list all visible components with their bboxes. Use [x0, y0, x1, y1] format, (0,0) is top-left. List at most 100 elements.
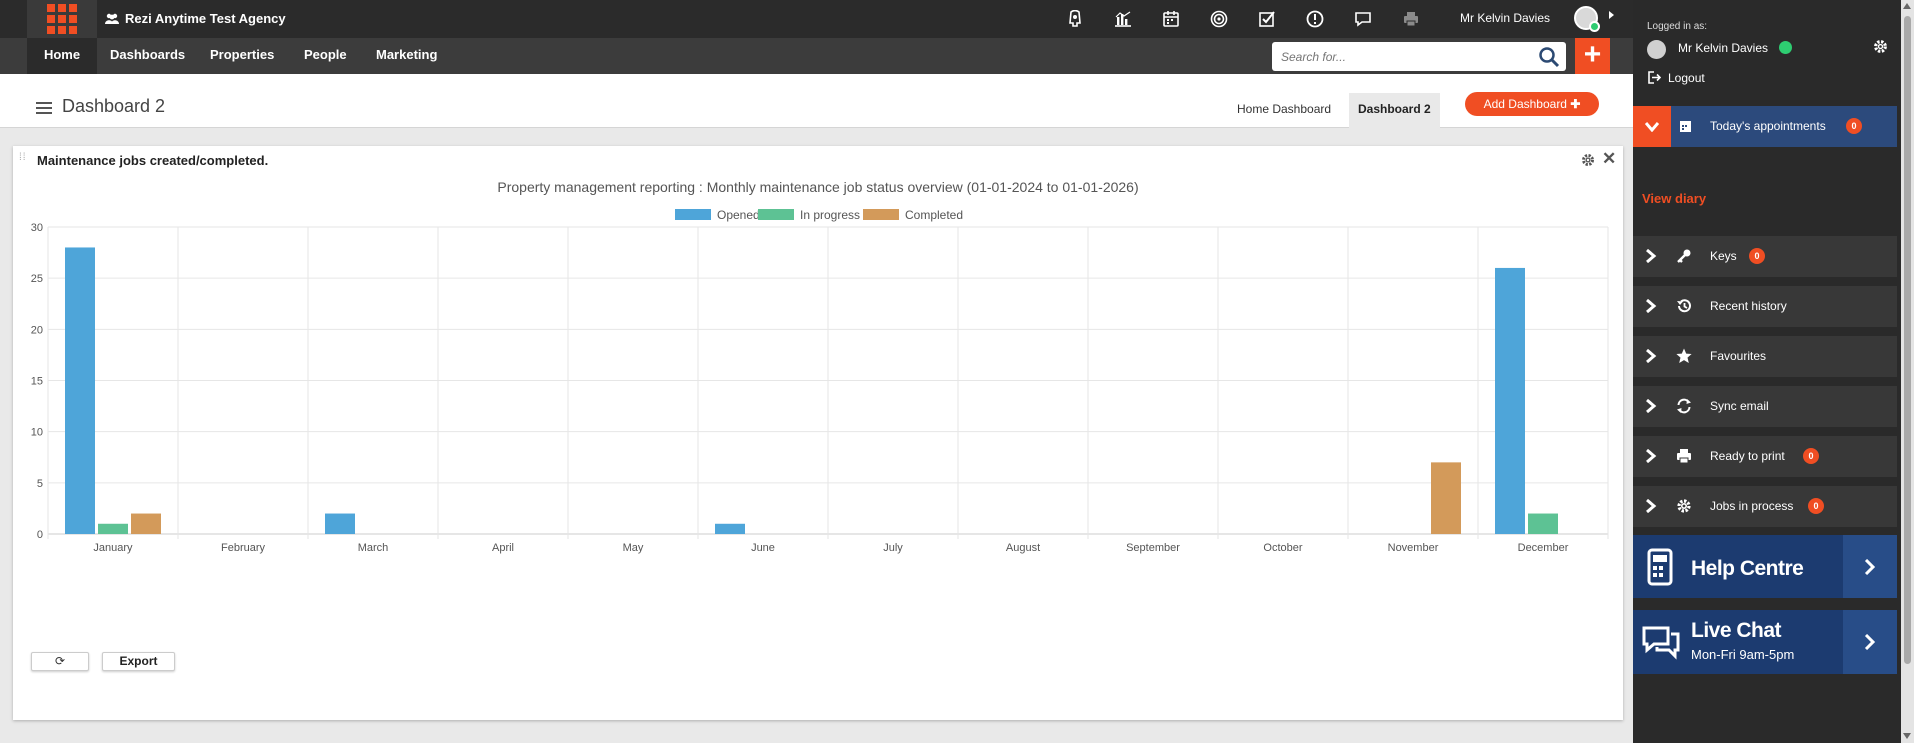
bar-opened [65, 247, 95, 534]
appointments-count-badge: 0 [1846, 118, 1862, 134]
nav-marketing[interactable]: Marketing [376, 38, 437, 74]
online-status-icon [1589, 21, 1600, 32]
panel-item-recent-history[interactable]: Recent history [1633, 286, 1897, 327]
comment-icon[interactable] [1351, 8, 1374, 30]
hamburger-menu-icon[interactable] [36, 102, 52, 114]
bar-in-progress [98, 523, 128, 534]
y-tick-label: 5 [37, 478, 43, 490]
user-name[interactable]: Mr Kelvin Davies [1460, 11, 1550, 25]
view-diary-link[interactable]: View diary [1642, 191, 1706, 206]
drag-handle-icon[interactable]: ⁞⁞ [19, 153, 27, 165]
chevron-right-icon [1646, 449, 1657, 463]
scrollbar-thumb[interactable] [1904, 16, 1911, 664]
logout-icon[interactable] [1648, 71, 1661, 84]
legend-label: In progress [800, 208, 860, 222]
search-icon[interactable] [1538, 46, 1560, 68]
live-chat-label: Live Chat [1691, 619, 1782, 642]
avatar[interactable] [1574, 6, 1600, 32]
scroll-down-arrow-icon[interactable] [1903, 733, 1911, 739]
bar-chart: Property management reporting : Monthly … [31, 179, 1609, 554]
keys-count-badge: 0 [1749, 248, 1765, 264]
spaceship-icon[interactable] [1063, 8, 1086, 30]
x-tick-label: August [1006, 542, 1040, 554]
x-tick-label: March [358, 542, 389, 554]
y-tick-label: 0 [37, 529, 43, 541]
panel-item-label: Sync email [1710, 399, 1769, 413]
x-tick-label: September [1126, 542, 1180, 554]
logout-link[interactable]: Logout [1668, 71, 1705, 85]
x-tick-label: July [883, 542, 903, 554]
vertical-scrollbar[interactable] [1901, 0, 1914, 743]
panel-item-label: Favourites [1710, 349, 1767, 363]
checkbox-icon[interactable] [1255, 8, 1278, 30]
close-icon[interactable]: ✕ [1602, 150, 1618, 167]
quick-add-button[interactable]: + [1575, 38, 1610, 74]
add-dashboard-label: Add Dashboard [1483, 97, 1567, 111]
panel-item-favourites[interactable]: Favourites [1633, 336, 1897, 377]
live-chat-link[interactable]: Live Chat Mon-Fri 9am-5pm [1633, 610, 1897, 674]
legend-swatch [675, 209, 711, 220]
agency-name[interactable]: Rezi Anytime Test Agency [105, 11, 286, 26]
target-icon[interactable] [1207, 8, 1230, 30]
chat-bubbles-icon [1642, 626, 1680, 660]
appointments-label: Today's appointments [1710, 119, 1826, 133]
chevron-right-icon [1646, 299, 1657, 313]
bar-completed [131, 513, 161, 534]
todays-appointments[interactable]: Today's appointments 0 [1633, 106, 1897, 147]
dashboard-header: Dashboard 2 Home Dashboard Dashboard 2 A… [0, 74, 1633, 128]
panel-item-sync-email[interactable]: Sync email [1633, 386, 1897, 427]
bar-opened [1495, 267, 1525, 534]
scroll-up-arrow-icon[interactable] [1903, 3, 1911, 9]
panel-item-keys[interactable]: Keys 0 [1633, 236, 1897, 277]
nav-people[interactable]: People [304, 38, 347, 74]
gear-icon [1677, 499, 1691, 513]
legend-swatch [863, 209, 899, 220]
chevron-right-icon [1843, 610, 1897, 674]
bar-chart-icon[interactable] [1111, 8, 1134, 30]
tab-dashboard-2[interactable]: Dashboard 2 [1349, 93, 1440, 128]
caret-right-icon[interactable] [1609, 11, 1614, 19]
search-input[interactable] [1272, 42, 1512, 71]
nav-dashboards[interactable]: Dashboards [110, 38, 185, 81]
chevron-right-icon [1646, 349, 1657, 363]
widget-title: Maintenance jobs created/completed. [37, 153, 269, 168]
chevron-down-icon[interactable] [1633, 106, 1671, 147]
help-centre-link[interactable]: Help Centre [1633, 535, 1897, 598]
add-dashboard-button[interactable]: Add Dashboard ✚ [1465, 92, 1599, 116]
jobs-in-process-count-badge: 0 [1808, 498, 1824, 514]
refresh-button[interactable]: ⟳ [31, 652, 89, 671]
panel-item-label: Jobs in process [1710, 499, 1794, 513]
bar-in-progress [1528, 513, 1558, 534]
chevron-right-icon [1646, 399, 1657, 413]
nav-home[interactable]: Home [27, 38, 97, 81]
printer-icon [1677, 449, 1691, 464]
verified-icon [1779, 41, 1792, 54]
panel-item-jobs-in-process[interactable]: Jobs in process 0 [1633, 486, 1897, 527]
export-button[interactable]: Export [102, 652, 175, 671]
legend-swatch [758, 209, 794, 220]
apps-grid-button[interactable] [27, 0, 97, 38]
key-icon [1677, 249, 1691, 263]
y-tick-label: 30 [31, 222, 43, 234]
gear-icon[interactable] [1581, 153, 1595, 167]
star-icon [1676, 348, 1692, 363]
x-tick-label: January [93, 542, 133, 554]
printer-icon[interactable] [1399, 8, 1422, 30]
legend-label: Completed [905, 208, 963, 222]
people-group-icon [105, 13, 119, 24]
panel-item-ready-to-print[interactable]: Ready to print 0 [1633, 436, 1897, 477]
apps-grid-icon [47, 4, 77, 34]
live-chat-hours: Mon-Fri 9am-5pm [1691, 647, 1795, 662]
tab-home-dashboard[interactable]: Home Dashboard [1225, 93, 1343, 126]
x-tick-label: May [623, 542, 644, 554]
gear-icon[interactable] [1873, 39, 1888, 54]
alert-icon[interactable] [1303, 8, 1326, 30]
help-centre-label: Help Centre [1691, 557, 1804, 580]
agency-name-label: Rezi Anytime Test Agency [125, 11, 286, 26]
chart-widget: ⁞⁞ Maintenance jobs created/completed. ✕… [13, 146, 1623, 720]
x-tick-label: October [1263, 542, 1302, 554]
x-tick-label: February [221, 542, 266, 554]
calendar-icon[interactable] [1159, 8, 1182, 30]
nav-properties[interactable]: Properties [210, 38, 274, 74]
sync-icon [1677, 398, 1691, 414]
